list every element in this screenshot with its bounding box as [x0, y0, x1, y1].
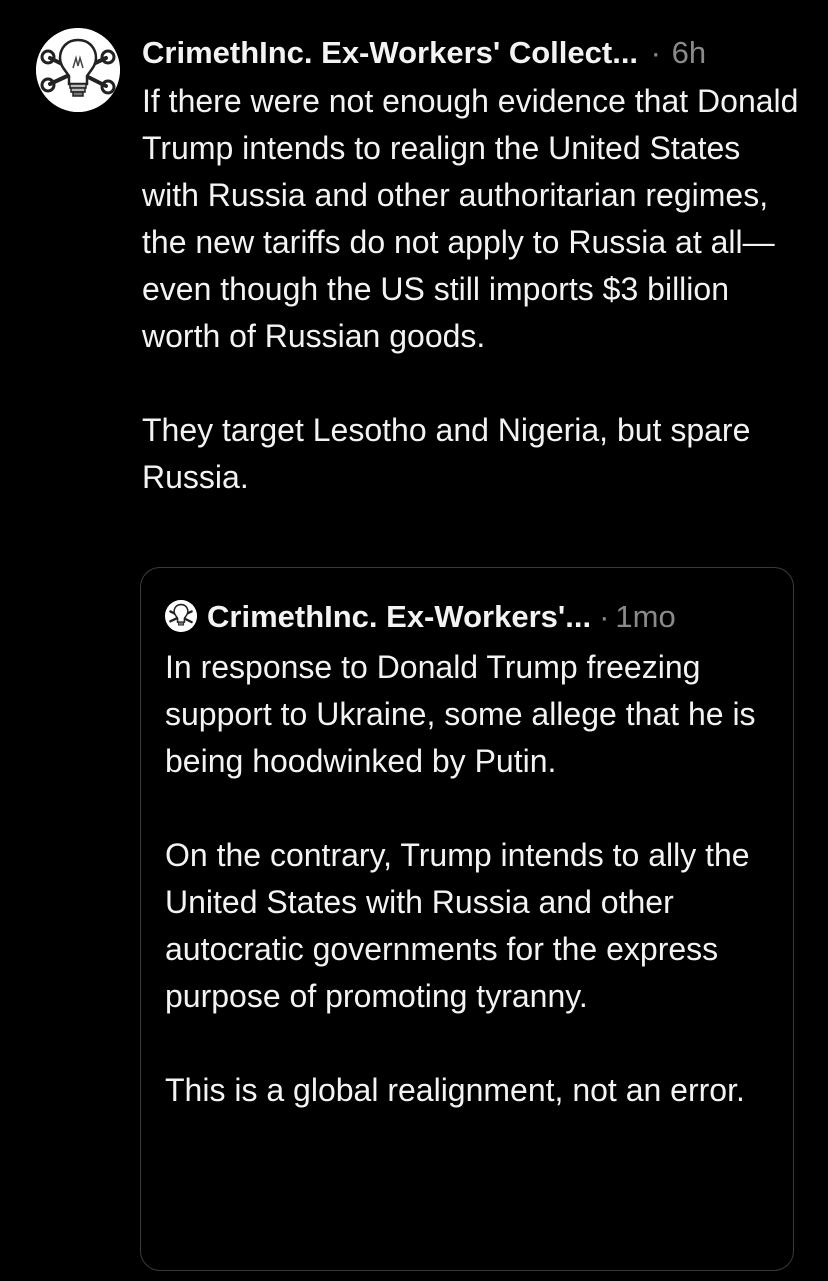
quoted-post-paragraph: In response to Donald Trump freezing sup…: [165, 649, 756, 779]
post-separator: ·: [650, 35, 661, 70]
quoted-author-avatar[interactable]: [165, 600, 197, 632]
author-name[interactable]: CrimethInc. Ex-Workers' Collect...: [142, 35, 638, 70]
quoted-author-name[interactable]: CrimethInc. Ex-Workers'...: [207, 599, 591, 634]
quoted-post-body: In response to Donald Trump freezing sup…: [165, 644, 777, 1114]
lightbulb-wrench-skull-icon: [36, 28, 120, 112]
quoted-post-separator: ·: [599, 599, 610, 634]
quoted-post-card[interactable]: CrimethInc. Ex-Workers'... · 1mo In respon…: [140, 567, 794, 1271]
author-avatar[interactable]: [36, 28, 120, 112]
quoted-post-timestamp[interactable]: 1mo: [615, 599, 675, 634]
post-body: If there were not enough evidence that D…: [142, 78, 806, 501]
quoted-post-paragraph: On the contrary, Trump intends to ally t…: [165, 837, 750, 1014]
post: CrimethInc. Ex-Workers' Collect... · 6h …: [0, 0, 828, 1281]
post-paragraph: They target Lesotho and Nigeria, but spa…: [142, 412, 751, 495]
quoted-post-paragraph: This is a global realignment, not an err…: [165, 1072, 745, 1108]
post-timestamp[interactable]: 6h: [672, 35, 706, 70]
post-header: CrimethInc. Ex-Workers' Collect... · 6h: [142, 30, 802, 76]
post-paragraph: If there were not enough evidence that D…: [142, 83, 799, 354]
lightbulb-wrench-skull-icon: [165, 600, 197, 632]
quoted-post-header: CrimethInc. Ex-Workers'... · 1mo: [165, 594, 775, 640]
